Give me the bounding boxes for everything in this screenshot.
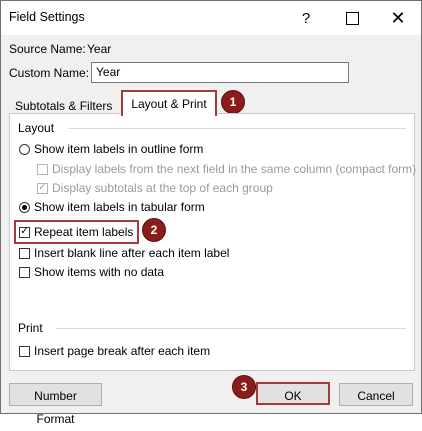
show-no-data-checkbox[interactable]: Show items with no data — [19, 265, 164, 279]
step-badge-2: 2 — [142, 218, 166, 242]
subtotals-top-checkbox: ✓ Display subtotals at the top of each g… — [37, 181, 273, 195]
radio-selected-icon — [19, 201, 30, 213]
number-format-button[interactable]: Number Format — [9, 383, 102, 426]
insert-blank-line-label: Insert blank line after each item label — [34, 246, 230, 260]
source-name-value: Year — [87, 42, 112, 56]
help-icon: ? — [301, 9, 311, 27]
ok-button[interactable]: OK — [256, 382, 330, 405]
maximize-button[interactable] — [329, 1, 375, 35]
window-title: Field Settings — [9, 10, 85, 24]
maximize-icon — [345, 11, 359, 25]
custom-name-label: Custom Name: — [9, 66, 90, 80]
tab-layout-print[interactable]: Layout & Print — [121, 90, 217, 116]
close-icon: ✕ — [390, 8, 406, 28]
title-bar: Field Settings ? ✕ — [1, 1, 421, 35]
page-break-checkbox[interactable]: Insert page break after each item — [19, 344, 210, 358]
tabular-form-radio[interactable]: Show item labels in tabular form — [19, 200, 205, 214]
compact-form-checkbox: Display labels from the next field in th… — [37, 162, 416, 176]
close-button[interactable]: ✕ — [375, 1, 421, 35]
layout-section-title: Layout — [18, 121, 55, 135]
insert-blank-line-checkbox[interactable]: Insert blank line after each item label — [19, 246, 229, 260]
radio-unselected-icon — [19, 143, 30, 155]
field-settings-dialog: Field Settings ? ✕ Source Name: Year Cus… — [0, 0, 422, 426]
tabular-form-label: Show item labels in tabular form — [34, 200, 205, 214]
step-badge-1: 1 — [221, 90, 245, 114]
layout-print-panel: Layout Show item labels in outline form … — [9, 113, 416, 371]
show-no-data-label: Show items with no data — [34, 265, 165, 279]
source-name-label: Source Name: — [9, 42, 86, 56]
print-section-title: Print — [18, 321, 43, 335]
help-button[interactable]: ? — [283, 1, 329, 35]
cancel-button[interactable]: Cancel — [339, 383, 413, 406]
checkbox-disabled-icon — [37, 163, 48, 175]
layout-separator — [68, 128, 406, 129]
step-badge-3: 3 — [232, 375, 256, 399]
subtotals-top-label: Display subtotals at the top of each gro… — [52, 181, 273, 195]
repeat-labels-checkbox[interactable]: ✓ Repeat item labels — [19, 225, 133, 239]
checkbox-icon — [19, 345, 30, 357]
checkbox-icon — [19, 247, 30, 259]
checkbox-icon — [19, 266, 30, 278]
outline-form-radio[interactable]: Show item labels in outline form — [19, 142, 203, 156]
checkmark-icon: ✓ — [19, 226, 30, 238]
outline-form-label: Show item labels in outline form — [34, 142, 204, 156]
repeat-labels-label: Repeat item labels — [34, 225, 134, 239]
page-break-label: Insert page break after each item — [34, 344, 211, 358]
print-separator — [56, 328, 406, 329]
custom-name-input[interactable] — [91, 62, 349, 83]
checkmark-disabled-icon: ✓ — [37, 182, 48, 194]
compact-form-label: Display labels from the next field in th… — [52, 162, 417, 176]
